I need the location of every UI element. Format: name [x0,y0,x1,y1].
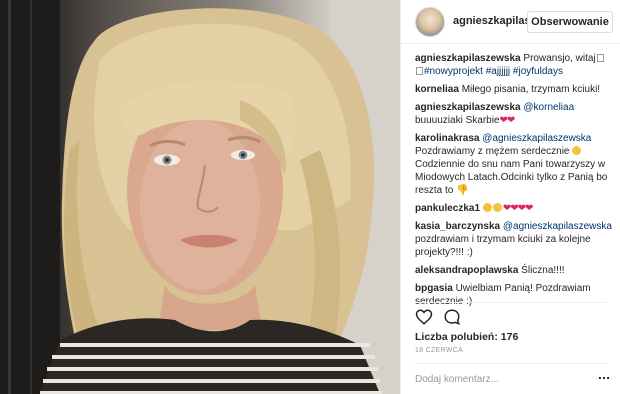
speech-bubble-icon[interactable] [443,308,461,326]
hashtags[interactable]: #nowyprojekt #ajjjjjj #joyfuldays [424,66,563,77]
thumbs-down-emoji-icon: 👎 [456,185,469,196]
divider [415,363,607,364]
list-item: korneliaa Miłego pisania, trzymam kciuki… [415,83,615,96]
list-item: pankuleczka1 ❤❤❤❤ [415,202,615,215]
post-photo[interactable] [0,0,400,394]
likes-number: 176 [500,331,519,343]
heart-emoji-icon: ❤❤ [499,115,516,126]
heart-emoji-icon: ❤❤❤❤ [502,203,533,214]
emoji-icon [596,54,604,62]
list-item: karolinakrasa @agnieszkapilaszewska Pozd… [415,132,615,197]
avatar[interactable] [415,7,445,37]
comments-list: agnieszkapilaszewska Prowansjo, witaj #n… [415,52,615,313]
comment-text: pozdrawiam i trzymam kciuki za kolejne p… [415,234,591,258]
following-button[interactable]: Obserwowanie [527,11,613,33]
comment-text: Miłego pisania, trzymam kciuki! [461,84,601,95]
list-item: agnieszkapilaszewska @korneliaa buuuuzia… [415,101,615,127]
list-item: kasia_barczynska @agnieszkapilaszewska p… [415,220,615,259]
comment-text-continued: Codziennie do snu nam Pani towarzyszy w … [415,159,608,196]
list-item: bpgasia Uwielbiam Panią! Pozdrawiam serd… [415,282,615,308]
comment-username[interactable]: korneliaa [415,84,459,95]
likes-count[interactable]: Liczba polubień: 176 [415,331,518,343]
comment-username[interactable]: agnieszkapilaszewska [415,102,521,113]
emoji-icon [416,67,423,75]
smile-emoji-icon [492,203,502,212]
comment-username[interactable]: bpgasia [415,283,453,294]
comment-text: Śliczna!!!! [521,265,565,276]
comment-text: Pozdrawiamy z mężem serdecznie [415,146,570,157]
heart-outline-icon[interactable] [415,308,433,326]
caption-comment: agnieszkapilaszewska Prowansjo, witaj #n… [415,52,615,78]
comment-mention[interactable]: @agnieszkapilaszewska [482,133,591,144]
portrait-illustration [0,0,400,394]
post-date: 18 CZERWCA [415,347,463,354]
likes-label: Liczba polubień: [415,331,498,343]
smile-emoji-icon [572,146,582,155]
list-item: aleksandrapoplawska Śliczna!!!! [415,264,615,277]
comment-mention[interactable]: @agnieszkapilaszewska [503,221,612,232]
comment-username[interactable]: agnieszkapilaszewska [415,53,521,64]
comment-username[interactable]: karolinakrasa [415,133,480,144]
comment-text: Prowansjo, witaj [523,53,596,64]
add-comment-input[interactable] [415,372,585,386]
header-username[interactable]: agnieszkapilas [453,15,529,27]
post-side-panel: agnieszkapilas Obserwowanie agnieszkapil… [400,0,620,394]
comment-text: buuuuziaki Skarbie [415,115,500,126]
three-dots-icon[interactable] [597,371,611,385]
post-header: agnieszkapilas Obserwowanie [401,0,620,44]
comment-mention[interactable]: @korneliaa [523,102,574,113]
comment-username[interactable]: kasia_barczynska [415,221,500,232]
divider [415,302,607,303]
comment-username[interactable]: pankuleczka1 [415,203,480,214]
smile-emoji-icon [482,203,492,212]
comment-username[interactable]: aleksandrapoplawska [415,265,518,276]
